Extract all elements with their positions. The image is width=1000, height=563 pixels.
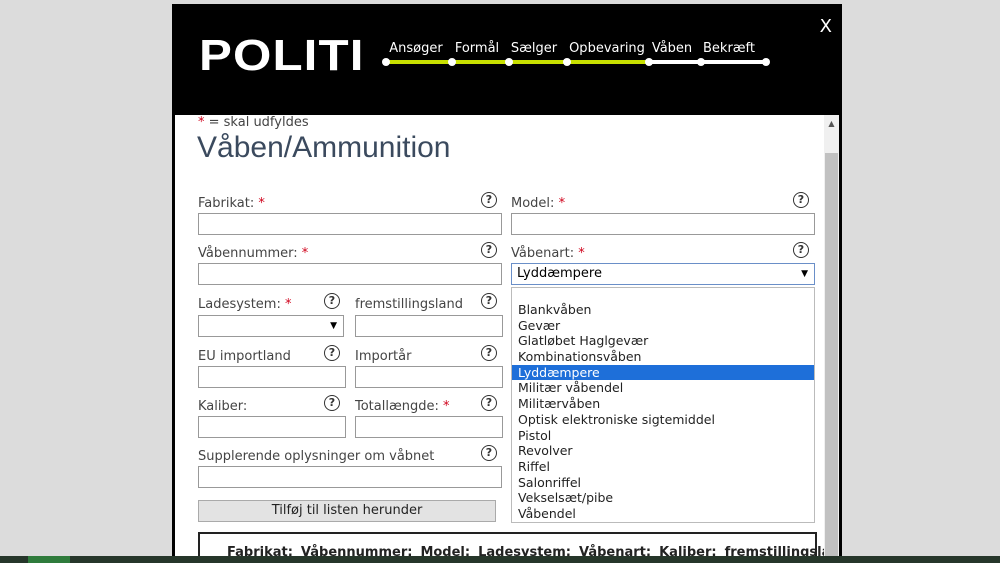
model-label: Model: *: [511, 196, 565, 211]
kaliber-input[interactable]: [198, 416, 346, 438]
fabrikat-help-icon[interactable]: ?: [481, 192, 497, 208]
dropdown-option[interactable]: Blankvåben: [512, 302, 814, 318]
supplerende-label: Supplerende oplysninger om våbnet: [198, 449, 435, 464]
vaabenart-label: Våbenart: *: [511, 246, 585, 261]
step-0[interactable]: Ansøger: [389, 41, 442, 56]
totallaengde-required-star: *: [443, 399, 450, 414]
progress-dot: [697, 58, 705, 66]
vaabenart-label-text: Våbenart:: [511, 246, 575, 261]
importaar-help-icon[interactable]: ?: [481, 345, 497, 361]
dropdown-option[interactable]: Militærvåben: [512, 396, 814, 412]
modal-header: POLITI Ansøger Formål Sælger Opbevaring Våbe…: [175, 7, 839, 115]
close-button[interactable]: X: [820, 16, 832, 37]
model-label-text: Model:: [511, 196, 555, 211]
vaabenart-selected-value: Lyddæmpere: [517, 266, 602, 281]
kaliber-label: Kaliber:: [198, 399, 248, 414]
step-1[interactable]: Formål: [455, 41, 499, 56]
vaabennummer-input[interactable]: [198, 263, 502, 285]
dropdown-option[interactable]: Riffel: [512, 459, 814, 475]
model-help-icon[interactable]: ?: [793, 192, 809, 208]
vaabennummer-label: Våbennummer: *: [198, 246, 308, 261]
dropdown-option[interactable]: Pistol: [512, 428, 814, 444]
progress-steps: Ansøger Formål Sælger Opbevaring Våben Bekræf…: [381, 37, 771, 67]
scroll-up-arrow-icon[interactable]: ▲: [824, 119, 839, 129]
application-modal: POLITI Ansøger Formål Sælger Opbevaring Våbe…: [172, 4, 842, 563]
importaar-label: Importår: [355, 349, 412, 364]
ladesystem-help-icon[interactable]: ?: [324, 293, 340, 309]
dropdown-option[interactable]: Glatløbet Haglgevær: [512, 333, 814, 349]
progress-segment: [509, 60, 567, 64]
supplerende-input[interactable]: [198, 466, 502, 488]
fremstillingsland-label: fremstillingsland: [355, 297, 463, 312]
vaabenart-select[interactable]: Lyddæmpere ▼: [511, 263, 815, 285]
chevron-down-icon: ▼: [330, 321, 337, 331]
importaar-input[interactable]: [355, 366, 503, 388]
required-note-text: = skal udfyldes: [204, 115, 309, 130]
fabrikat-required-star: *: [258, 196, 265, 211]
fabrikat-input[interactable]: [198, 213, 502, 235]
politi-logo: POLITI: [199, 31, 365, 80]
progress-segment: [567, 60, 649, 64]
progress-dot: [505, 58, 513, 66]
ladesystem-required-star: *: [284, 297, 292, 312]
kaliber-help-icon[interactable]: ?: [324, 395, 340, 411]
vaabennummer-label-text: Våbennummer:: [198, 246, 298, 261]
dropdown-option[interactable]: Salonriffel: [512, 475, 814, 491]
progress-dot: [645, 58, 653, 66]
totallaengde-input[interactable]: [355, 416, 503, 438]
vaabenart-dropdown-list: Blankvåben Gevær Glatløbet Haglgevær Kombin…: [511, 287, 815, 523]
vaabenart-required-star: *: [578, 246, 585, 261]
eu-importland-help-icon[interactable]: ?: [324, 345, 340, 361]
progress-dot: [563, 58, 571, 66]
dropdown-option[interactable]: Revolver: [512, 443, 814, 459]
dropdown-option[interactable]: Våbendel: [512, 506, 814, 522]
fremstillingsland-input[interactable]: [355, 315, 503, 337]
scrollbar-thumb[interactable]: [825, 153, 838, 563]
dropdown-option[interactable]: Lyddæmpere: [512, 364, 814, 381]
step-4[interactable]: Våben: [652, 41, 692, 56]
vaabenart-help-icon[interactable]: ?: [793, 242, 809, 258]
add-to-list-button[interactable]: Tilføj til listen herunder: [198, 500, 496, 522]
totallaengde-label-text: Totallængde:: [355, 399, 439, 414]
dropdown-option[interactable]: Militær våbendel: [512, 380, 814, 396]
step-2[interactable]: Sælger: [511, 41, 557, 56]
required-note: * = skal udfyldes: [198, 115, 309, 130]
totallaengde-help-icon[interactable]: ?: [481, 395, 497, 411]
dropdown-option[interactable]: Optisk elektroniske sigtemiddel: [512, 412, 814, 428]
taskbar-accent: [28, 556, 70, 563]
page-title: Våben/Ammunition: [197, 131, 451, 164]
step-5[interactable]: Bekræft: [703, 41, 755, 56]
progress-segment: [386, 60, 452, 64]
ladesystem-label: Ladesystem: *: [198, 297, 291, 312]
vaabennummer-required-star: *: [301, 246, 309, 261]
totallaengde-label: Totallængde: *: [355, 399, 450, 414]
dropdown-option[interactable]: Gevær: [512, 318, 814, 334]
model-required-star: *: [558, 196, 566, 211]
form-content: * = skal udfyldes Våben/Ammunition Fabri…: [175, 115, 824, 563]
fabrikat-label: Fabrikat: *: [198, 196, 265, 211]
eu-importland-label: EU importland: [198, 349, 291, 364]
progress-segment: [452, 60, 509, 64]
vaabennummer-help-icon[interactable]: ?: [481, 242, 497, 258]
progress-dot: [762, 58, 770, 66]
ladesystem-select[interactable]: ▼: [198, 315, 344, 337]
progress-segment: [701, 60, 766, 64]
eu-importland-input[interactable]: [198, 366, 346, 388]
model-input[interactable]: [511, 213, 815, 235]
progress-segment: [649, 60, 701, 64]
progress-dot: [448, 58, 456, 66]
fremstillingsland-help-icon[interactable]: ?: [481, 293, 497, 309]
taskbar: [0, 556, 1000, 563]
dropdown-option[interactable]: Kombinationsvåben: [512, 349, 814, 365]
vertical-scrollbar[interactable]: ▲: [824, 115, 839, 563]
fabrikat-label-text: Fabrikat:: [198, 196, 255, 211]
dropdown-option[interactable]: Vekselsæt/pibe: [512, 490, 814, 506]
step-3[interactable]: Opbevaring: [569, 41, 645, 56]
ladesystem-label-text: Ladesystem:: [198, 297, 281, 312]
supplerende-help-icon[interactable]: ?: [481, 445, 497, 461]
progress-dot: [382, 58, 390, 66]
chevron-down-icon: ▼: [801, 269, 808, 279]
